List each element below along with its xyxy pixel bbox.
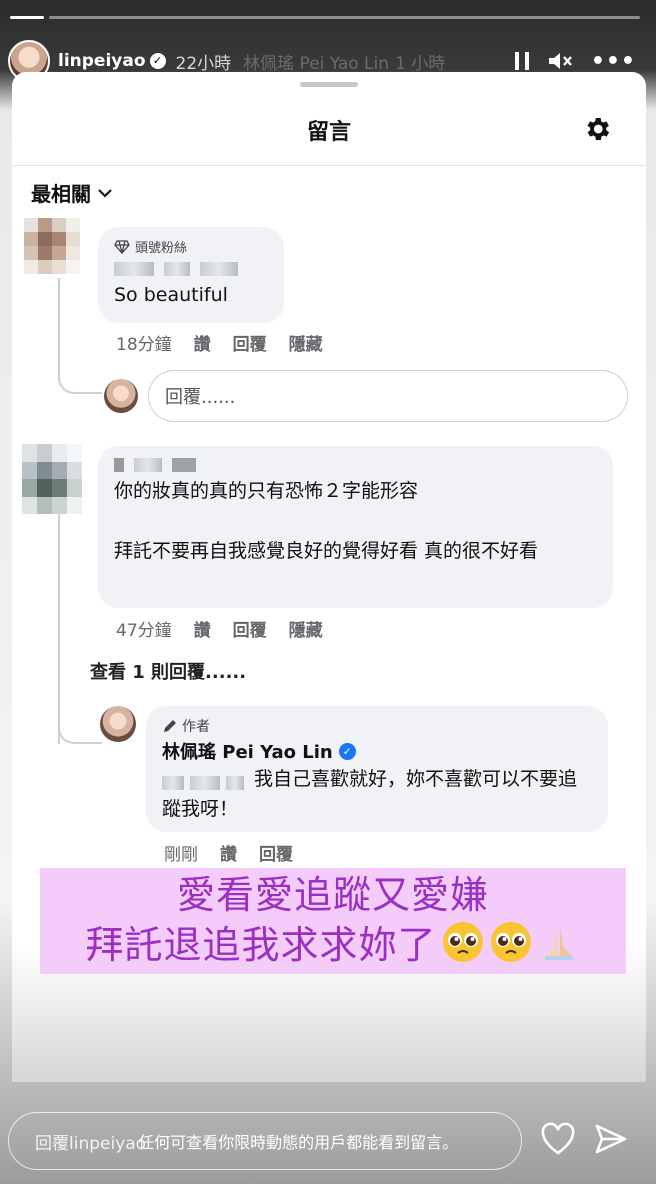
like-button[interactable]: 讚 (194, 616, 211, 641)
ghost-author-name: 林佩瑤 Pei Yao Lin (243, 53, 390, 74)
mute-icon[interactable] (547, 50, 573, 72)
author-tag-label: 作者 (182, 719, 210, 735)
comment-actions: 18分鐘 讚 回覆 隱藏 (116, 330, 323, 355)
ghost-time: 1 小時 (395, 53, 446, 74)
overlay-line1: 愛看愛追蹤又愛嫌 (176, 873, 489, 917)
chevron-down-icon (98, 188, 112, 198)
verified-badge-icon: ✓ (338, 742, 356, 760)
top-fan-badge: 頭號粉絲 (114, 237, 268, 256)
verified-icon: ✓ (149, 53, 166, 69)
send-icon[interactable] (594, 1122, 628, 1156)
top-fan-label: 頭號粉絲 (135, 241, 188, 256)
pleading-face-emoji-icon (442, 922, 483, 962)
author-reply-actions: 剛剛 讚 回覆 (164, 840, 293, 865)
pause-icon[interactable] (514, 52, 529, 70)
author-reply-bubble: 作者 林佩瑤 Pei Yao Lin ✓ 我自己喜歡就好，妳不喜歡可以不要追蹤我… (146, 706, 608, 832)
blurred-username (114, 458, 597, 472)
author-name[interactable]: 林佩瑤 Pei Yao Lin (162, 738, 333, 764)
story-frame: linpeiyao ✓ 22小時 林佩瑤 Pei Yao Lin 1 小時 ••… (0, 0, 656, 1184)
gear-icon[interactable] (582, 114, 612, 144)
comment-text-line2: 拜託不要再自我感覺良好的覺得好看 真的很不好看 (114, 540, 539, 562)
author-avatar[interactable] (100, 706, 136, 742)
my-avatar (104, 379, 138, 413)
comment-text-line1: 你的妝真的真的只有恐怖２字能形容 (114, 480, 419, 502)
author-name-row: 林佩瑤 Pei Yao Lin ✓ (162, 738, 592, 764)
sheet-title: 留言 (306, 120, 351, 145)
comment-bubble: 頭號粉絲 So beautiful (98, 227, 284, 323)
sort-label: 最相關 (31, 182, 91, 206)
author-tag: 作者 (162, 716, 592, 736)
diamond-icon (114, 239, 130, 254)
blurred-username (114, 262, 268, 276)
pleading-face-emoji-icon (490, 922, 531, 962)
heart-icon[interactable] (540, 1122, 576, 1156)
overlay-line2: 拜託退追我求求妳了 (85, 923, 437, 967)
progress-segment (49, 16, 640, 19)
hide-button[interactable]: 隱藏 (289, 330, 323, 355)
comment-text: So beautiful (114, 284, 228, 306)
thread-line (58, 722, 102, 744)
reply-input[interactable]: 回覆...... (148, 370, 628, 422)
reply-placeholder: 回覆...... (165, 387, 236, 408)
reply-time: 剛剛 (164, 845, 198, 865)
story-reply-input[interactable]: 回覆linpeiyao 任何可查看你限時動態的用戶都能看到留言。 (8, 1112, 522, 1170)
story-progress (10, 16, 640, 19)
comment-time: 18分鐘 (116, 335, 172, 355)
text-overlay: 愛看愛追蹤又愛嫌 拜託退追我求求妳了 (40, 868, 626, 974)
comment-bubble: 你的妝真的真的只有恐怖２字能形容 拜託不要再自我感覺良好的覺得好看 真的很不好看 (98, 446, 613, 608)
reply-button[interactable]: 回覆 (233, 330, 267, 355)
more-options-icon[interactable]: ••• (591, 49, 636, 74)
author-reply-text: 我自己喜歡就好，妳不喜歡可以不要追蹤我呀！ (162, 768, 578, 820)
reply-button[interactable]: 回覆 (259, 840, 293, 865)
story-username[interactable]: linpeiyao (58, 51, 146, 71)
commenter-avatar[interactable] (24, 218, 80, 274)
story-reply-placeholder: 回覆linpeiyao (35, 1133, 147, 1154)
thread-line (58, 514, 60, 744)
story-time: 22小時 (175, 53, 232, 74)
progress-segment (10, 16, 44, 19)
like-button[interactable]: 讚 (220, 840, 237, 865)
comment-time: 47分鐘 (116, 621, 172, 641)
comment-actions: 47分鐘 讚 回覆 隱藏 (116, 616, 323, 641)
thread-line (58, 278, 102, 394)
sheet-handle[interactable] (300, 82, 358, 87)
folded-hands-emoji-icon (544, 926, 573, 960)
like-button[interactable]: 讚 (194, 330, 211, 355)
hide-button[interactable]: 隱藏 (289, 616, 323, 641)
comment-visibility-note: 任何可查看你限時動態的用戶都能看到留言。 (138, 1133, 459, 1152)
commenter-avatar[interactable] (22, 444, 82, 514)
pen-icon (164, 720, 176, 732)
reply-button[interactable]: 回覆 (233, 616, 267, 641)
view-replies-link[interactable]: 查看 1 則回覆...... (90, 658, 246, 684)
sheet-divider (12, 165, 646, 166)
sort-dropdown[interactable]: 最相關 (31, 178, 113, 207)
